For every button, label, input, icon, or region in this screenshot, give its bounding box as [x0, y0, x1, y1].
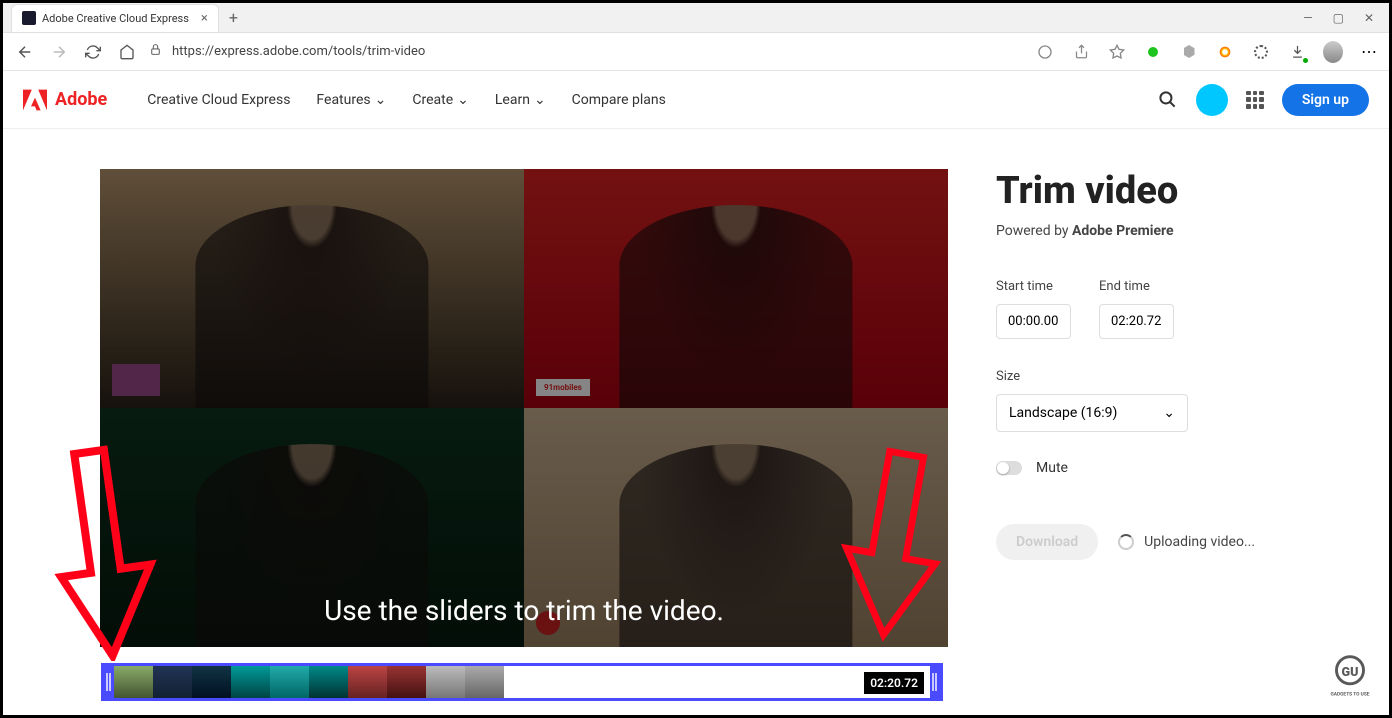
- start-time-group: Start time: [996, 279, 1071, 339]
- start-time-input[interactable]: [996, 304, 1071, 339]
- mute-row: Mute: [996, 460, 1336, 476]
- url-text: https://express.adobe.com/tools/trim-vid…: [172, 44, 425, 59]
- mute-toggle[interactable]: [996, 461, 1022, 475]
- tracker-icon[interactable]: [1035, 42, 1055, 62]
- browser-tab[interactable]: Adobe Creative Cloud Express ×: [11, 4, 219, 32]
- chevron-down-icon: ⌄: [457, 92, 469, 108]
- favicon-icon: [22, 11, 36, 25]
- nav-features[interactable]: Features ⌄: [316, 92, 386, 108]
- panel-subtitle: Powered by Adobe Premiere: [996, 223, 1336, 239]
- annotation-arrow-right: [831, 433, 951, 657]
- nav-creative-cloud[interactable]: Creative Cloud Express: [147, 92, 290, 108]
- lock-icon: [149, 43, 162, 60]
- close-window-button[interactable]: ✕: [1364, 11, 1374, 25]
- timeline-end-time: 02:20.72: [864, 672, 924, 694]
- size-label: Size: [996, 369, 1336, 384]
- end-time-input[interactable]: [1099, 304, 1174, 339]
- tab-title: Adobe Creative Cloud Express: [42, 12, 189, 25]
- search-button[interactable]: [1158, 90, 1178, 110]
- ext-gear-icon[interactable]: [1251, 42, 1271, 62]
- svg-text:GU: GU: [1342, 665, 1359, 680]
- header-right: Sign up: [1158, 84, 1369, 116]
- action-row: Download Uploading video...: [996, 524, 1336, 560]
- back-button[interactable]: [13, 40, 37, 64]
- toolbar-extensions: ⋯: [1035, 42, 1379, 62]
- signup-button[interactable]: Sign up: [1282, 84, 1369, 116]
- trim-handle-right[interactable]: [930, 663, 940, 701]
- window-controls: — ▢ ✕: [1303, 11, 1389, 25]
- size-value: Landscape (16:9): [1009, 405, 1117, 421]
- thumbnail: [426, 666, 465, 698]
- ext-yellow-icon[interactable]: [1215, 42, 1235, 62]
- start-time-label: Start time: [996, 279, 1071, 294]
- thumbnail: [465, 666, 504, 698]
- apps-grid-icon[interactable]: [1246, 91, 1264, 109]
- profile-icon[interactable]: [1323, 42, 1343, 62]
- thumbnail: [387, 666, 426, 698]
- video-preview[interactable]: 91mobiles Use the sliders to trim the vi…: [100, 169, 948, 647]
- maximize-button[interactable]: ▢: [1333, 11, 1344, 25]
- nav-create[interactable]: Create ⌄: [412, 92, 469, 108]
- mute-label: Mute: [1036, 460, 1068, 476]
- spinner-icon: [1118, 534, 1134, 550]
- thumbnail: [192, 666, 231, 698]
- thumbnail: [309, 666, 348, 698]
- time-inputs: Start time End time: [996, 279, 1336, 339]
- home-button[interactable]: [115, 40, 139, 64]
- site-header: Adobe Creative Cloud Express Features ⌄ …: [3, 71, 1389, 129]
- download-button: Download: [996, 524, 1098, 560]
- annotation-arrow-left: [48, 441, 168, 665]
- adobe-logo-text: Adobe: [55, 89, 107, 110]
- chevron-down-icon: ⌄: [534, 92, 546, 108]
- controls-panel: Trim video Powered by Adobe Premiere Sta…: [996, 169, 1336, 647]
- nav-menu: Creative Cloud Express Features ⌄ Create…: [147, 92, 666, 108]
- nav-compare[interactable]: Compare plans: [572, 92, 666, 108]
- more-icon[interactable]: ⋯: [1359, 42, 1379, 62]
- thumbnail: [114, 666, 153, 698]
- close-tab-icon[interactable]: ×: [201, 11, 208, 26]
- ext-green-icon[interactable]: [1143, 42, 1163, 62]
- adobe-logo-icon: [23, 89, 47, 111]
- share-icon[interactable]: [1071, 42, 1091, 62]
- thumbnail: [270, 666, 309, 698]
- end-time-label: End time: [1099, 279, 1174, 294]
- user-avatar[interactable]: [1196, 84, 1228, 116]
- panel-title: Trim video: [996, 169, 1336, 213]
- minimize-button[interactable]: —: [1303, 11, 1312, 25]
- reload-button[interactable]: [81, 40, 105, 64]
- video-area: 91mobiles Use the sliders to trim the vi…: [100, 169, 948, 647]
- new-tab-button[interactable]: +: [229, 8, 238, 27]
- upload-status: Uploading video...: [1118, 534, 1255, 550]
- trim-timeline[interactable]: 02:20.72: [101, 663, 943, 701]
- address-bar[interactable]: https://express.adobe.com/tools/trim-vid…: [149, 43, 1025, 60]
- thumbnail: [231, 666, 270, 698]
- forward-button[interactable]: [47, 40, 71, 64]
- downloads-icon[interactable]: [1287, 42, 1307, 62]
- trim-handle-left[interactable]: [104, 663, 114, 701]
- chevron-down-icon: ⌄: [1163, 405, 1175, 421]
- svg-text:GADGETS TO USE: GADGETS TO USE: [1330, 691, 1369, 697]
- size-select[interactable]: Landscape (16:9) ⌄: [996, 394, 1188, 432]
- thumbnail: [348, 666, 387, 698]
- chevron-down-icon: ⌄: [375, 92, 387, 108]
- ext-shield-icon[interactable]: [1179, 42, 1199, 62]
- watermark-logo: GU GADGETS TO USE: [1321, 649, 1379, 707]
- main-content: 91mobiles Use the sliders to trim the vi…: [3, 129, 1389, 647]
- browser-toolbar: https://express.adobe.com/tools/trim-vid…: [3, 33, 1389, 71]
- browser-titlebar: Adobe Creative Cloud Express × + — ▢ ✕: [3, 3, 1389, 33]
- overlay-instruction: Use the sliders to trim the video.: [324, 594, 724, 627]
- favorites-icon[interactable]: [1107, 42, 1127, 62]
- adobe-logo[interactable]: Adobe: [23, 89, 107, 111]
- end-time-group: End time: [1099, 279, 1174, 339]
- nav-learn[interactable]: Learn ⌄: [495, 92, 546, 108]
- thumbnail: [153, 666, 192, 698]
- video-overlay: [100, 169, 948, 647]
- timeline-thumbnails: [114, 666, 504, 698]
- status-text: Uploading video...: [1144, 534, 1255, 550]
